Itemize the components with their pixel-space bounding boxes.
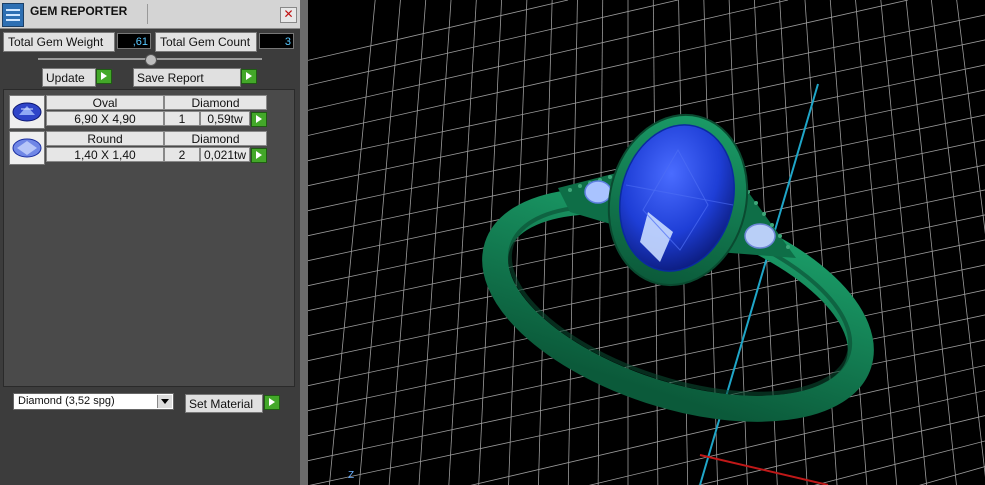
panel-divider[interactable]	[300, 0, 308, 485]
total-weight-label-box: Total Gem Weight	[3, 32, 115, 52]
update-go-icon[interactable]	[96, 69, 112, 84]
round-gem-icon	[9, 131, 45, 165]
material-dropdown[interactable]: Diamond (3,52 spg)	[13, 393, 174, 410]
gem-size: 1,40 X 1,40	[46, 147, 164, 162]
app-icon	[2, 3, 24, 27]
gem-weight: 0,021tw	[200, 147, 250, 162]
total-weight-label: Total Gem Weight	[8, 35, 104, 49]
total-count-label: Total Gem Count	[160, 35, 251, 49]
update-button[interactable]: Update	[42, 68, 96, 87]
gem-count: 1	[164, 111, 200, 126]
gem-count: 2	[164, 147, 200, 162]
title-divider	[147, 4, 148, 24]
oval-gem-icon	[9, 95, 45, 129]
close-icon[interactable]: ✕	[280, 7, 297, 23]
gem-row[interactable]: Oval Diamond 6,90 X 4,90 1 0,59tw	[9, 95, 267, 129]
gem-go-icon[interactable]	[251, 148, 267, 163]
set-material-button-label: Set Material	[189, 397, 254, 411]
viewport-scene: Z	[308, 0, 985, 485]
gem-material: Diamond	[164, 131, 267, 146]
update-button-label: Update	[46, 71, 85, 85]
axis-label: Z	[348, 470, 354, 481]
panel-slider-handle[interactable]	[145, 54, 157, 66]
total-weight-value: ,61	[117, 33, 151, 49]
title-bar: GEM REPORTER ✕	[0, 0, 300, 29]
save-report-button-label: Save Report	[137, 71, 204, 85]
dropdown-arrow-icon[interactable]	[157, 395, 172, 408]
gem-weight: 0,59tw	[200, 111, 250, 126]
gem-go-icon[interactable]	[251, 112, 267, 127]
save-report-go-icon[interactable]	[241, 69, 257, 84]
gem-material: Diamond	[164, 95, 267, 110]
save-report-button[interactable]: Save Report	[133, 68, 241, 87]
set-material-button[interactable]: Set Material	[185, 394, 263, 413]
total-count-value: 3	[259, 33, 294, 49]
total-count-label-box: Total Gem Count	[155, 32, 257, 52]
window-title: GEM REPORTER	[30, 4, 128, 18]
gem-row[interactable]: Round Diamond 1,40 X 1,40 2 0,021tw	[9, 131, 267, 165]
gem-shape: Oval	[46, 95, 164, 110]
gem-shape: Round	[46, 131, 164, 146]
gem-size: 6,90 X 4,90	[46, 111, 164, 126]
3d-viewport[interactable]: Z	[308, 0, 985, 485]
material-selected-value: Diamond (3,52 spg)	[18, 395, 115, 407]
ring-model	[482, 113, 874, 422]
gem-reporter-panel: GEM REPORTER ✕ Total Gem Weight ,61 Tota…	[0, 0, 300, 485]
set-material-go-icon[interactable]	[264, 395, 280, 410]
